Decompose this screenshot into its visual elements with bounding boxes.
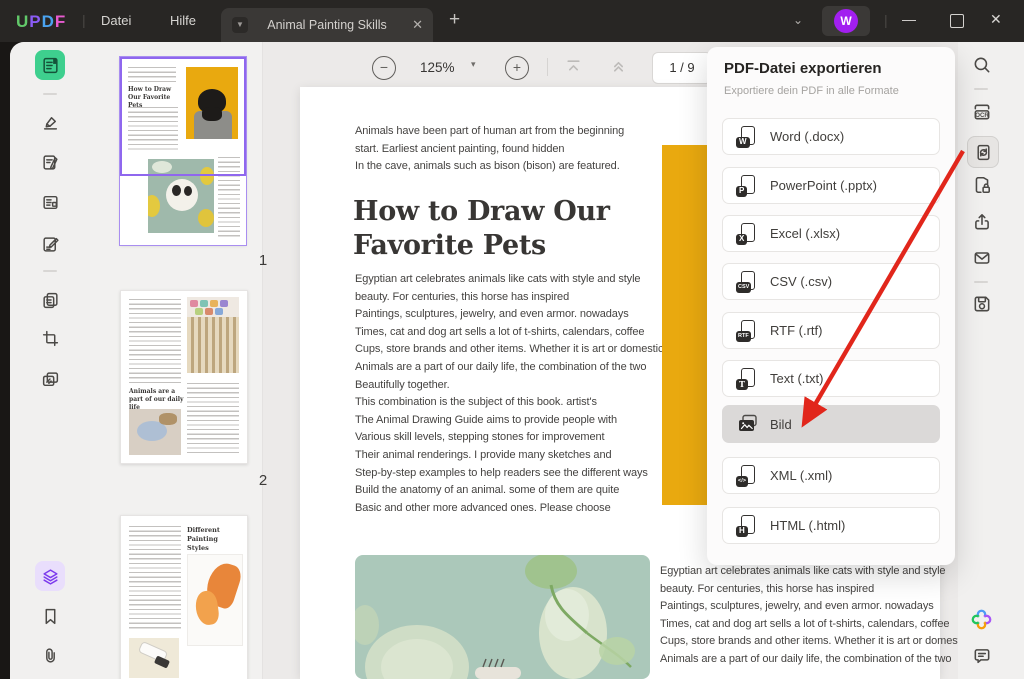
toolbar-divider [43,93,57,95]
updf-logo: UPDF [16,12,66,32]
pdf-right-column-text: Egyptian art celebrates animals like cat… [660,563,968,669]
export-option-excel[interactable]: X Excel (.xlsx) [722,215,940,252]
document-tab[interactable]: ▼ Animal Painting Skills ✕ [221,8,433,42]
crop-icon[interactable] [35,323,65,353]
thumbnail-text-lines [129,526,181,630]
viewport-indicator[interactable] [120,57,246,176]
zoom-in-button[interactable]: + [505,56,529,80]
search-icon[interactable] [972,55,992,80]
thumbnail-text-lines [187,383,239,455]
pdf-heading: How to Draw Our Favorite Pets [353,195,610,263]
pdf-intro-text: Animals have been part of human art from… [355,123,624,176]
comment-edit-icon[interactable] [35,147,65,177]
text-file-icon: T [736,368,760,390]
rtf-file-icon: RTF [736,320,760,342]
page-up-icon[interactable] [610,58,627,80]
toolbar-divider [547,58,548,76]
close-button[interactable]: ✕ [990,11,1002,28]
thumbnail-panel: How to Draw Our Favorite Pets 1 [90,42,263,679]
tab-chevron-down-icon[interactable]: ▼ [232,17,248,33]
zoom-level: 125% [420,60,455,75]
menu-datei[interactable]: Datei [101,13,131,28]
organize-pages-icon[interactable] [35,187,65,217]
new-tab-button[interactable]: + [449,9,460,31]
word-file-icon: W [736,126,760,148]
maximize-button[interactable] [950,14,964,28]
app-window: How to Draw Our Favorite Pets 1 [10,42,1024,679]
thumbnail-page-1[interactable]: How to Draw Our Favorite Pets [120,57,246,245]
zoom-out-button[interactable]: − [372,56,396,80]
protect-document-icon[interactable] [972,175,992,200]
pages-copy-icon[interactable] [35,285,65,315]
reader-view-icon[interactable] [35,50,65,80]
thumbnail-heading: Different Painting Styles [187,526,241,553]
svg-text:OCR: OCR [975,112,989,119]
export-option-text[interactable]: T Text (.txt) [722,360,940,397]
tab-close-icon[interactable]: ✕ [412,17,423,33]
toolbar-divider [974,88,988,90]
thumbnail-painting-photo [129,409,181,455]
titlebar: UPDF | Datei Hilfe ▼ Animal Painting Ski… [0,0,1024,42]
export-option-csv[interactable]: CSV CSV (.csv) [722,263,940,300]
csv-file-icon: CSV [736,271,760,293]
xml-file-icon: </> [736,465,760,487]
titlebar-divider: | [82,12,86,28]
html-file-icon: H [736,515,760,537]
pdf-body-text: Egyptian art celebrates animals like cat… [355,271,663,517]
thumbnail-page-2[interactable]: Animals are a part of our daily life [120,290,248,464]
thumbnail-fox-photo [187,554,243,646]
account-button[interactable]: W [822,6,870,36]
menu-hilfe[interactable]: Hilfe [170,13,196,28]
account-chevron-down-icon[interactable]: ⌄ [793,13,803,27]
scroll-to-top-icon[interactable] [565,58,582,80]
slideshow-icon[interactable] [35,364,65,394]
zoom-dropdown-icon[interactable]: ▾ [471,59,476,70]
highlighter-icon[interactable] [35,107,65,137]
export-option-html[interactable]: H HTML (.html) [722,507,940,544]
excel-file-icon: X [736,223,760,245]
avatar: W [834,9,858,33]
ocr-icon[interactable]: OCR [972,102,992,127]
export-option-xml[interactable]: </> XML (.xml) [722,457,940,494]
share-icon[interactable] [972,212,992,237]
right-toolbar: OCR [958,42,1024,679]
save-icon[interactable] [972,294,992,319]
ai-assistant-icon[interactable] [970,608,993,636]
bookmark-icon[interactable] [35,601,65,631]
export-panel-subtitle: Exportiere dein PDF in alle Formate [724,85,899,97]
thumbnail-brushes-photo [187,297,239,373]
paperclip-icon[interactable] [35,640,65,670]
toolbar-divider [43,270,57,272]
thumbnail-text-lines [129,299,181,383]
edit-page-icon[interactable] [35,229,65,259]
left-toolbar [10,42,90,679]
feedback-icon[interactable] [972,646,992,671]
page-indicator[interactable]: 1 / 9 [652,52,712,84]
pdf-plants-photo [355,555,650,679]
email-icon[interactable] [972,248,992,273]
tab-title: Animal Painting Skills [257,18,397,32]
thumbnail-tubes-photo [129,638,179,678]
minimize-button[interactable]: — [902,11,916,27]
export-panel: PDF-Datei exportieren Exportiere dein PD… [707,47,955,565]
layers-icon[interactable] [35,561,65,591]
export-option-powerpoint[interactable]: P PowerPoint (.pptx) [722,167,940,204]
powerpoint-file-icon: P [736,175,760,197]
export-option-bild[interactable]: Bild [722,405,940,443]
titlebar-divider-2: | [884,12,888,28]
toolbar-divider [974,281,988,283]
image-file-icon [736,413,760,435]
export-panel-title: PDF-Datei exportieren [724,60,882,77]
thumbnail-page-3[interactable]: Different Painting Styles [120,515,248,679]
convert-export-icon[interactable] [967,136,999,168]
export-option-word[interactable]: W Word (.docx) [722,118,940,155]
export-option-rtf[interactable]: RTF RTF (.rtf) [722,312,940,349]
